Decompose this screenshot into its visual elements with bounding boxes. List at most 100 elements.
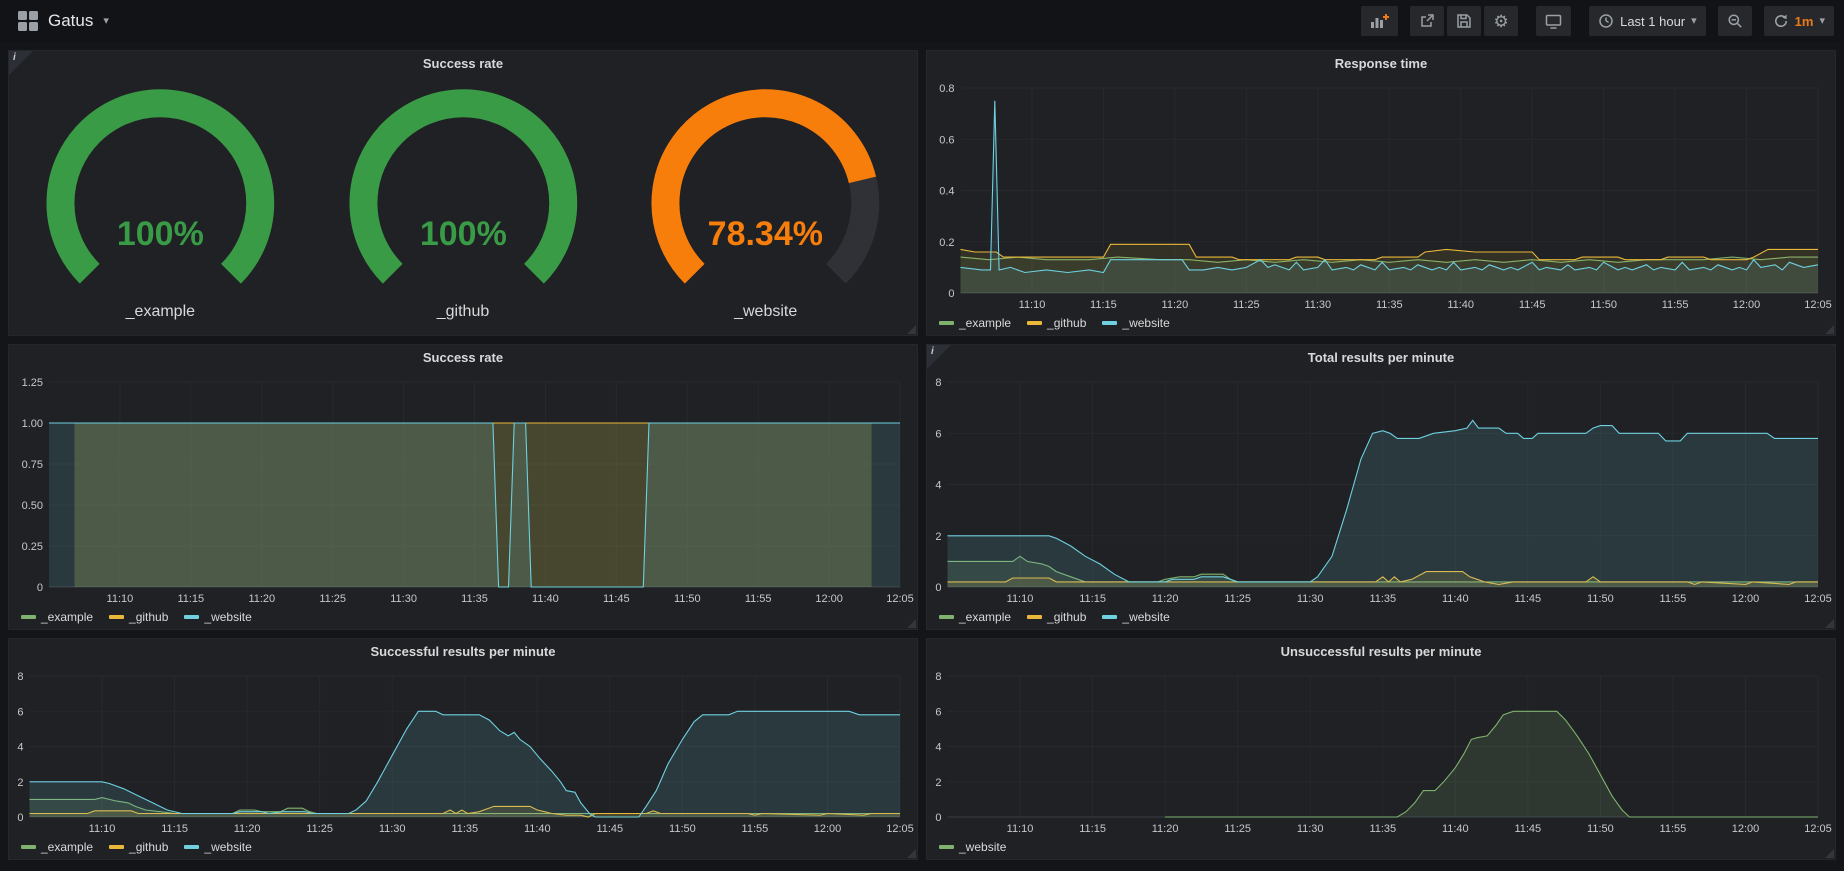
legend-series-label: _example bbox=[959, 316, 1011, 330]
panel-info-corner[interactable]: i bbox=[9, 51, 33, 75]
svg-text:100%: 100% bbox=[117, 215, 204, 253]
svg-text:0.25: 0.25 bbox=[22, 541, 43, 553]
gauge-arc: 78.34% bbox=[614, 76, 917, 303]
time-range-picker[interactable]: Last 1 hour ▾ bbox=[1589, 6, 1706, 36]
legend-item-_website[interactable]: _website bbox=[1102, 316, 1169, 330]
legend-item-_website[interactable]: _website bbox=[184, 610, 251, 624]
dashboards-grid-icon[interactable] bbox=[18, 11, 38, 31]
panel-info-corner[interactable]: i bbox=[927, 345, 951, 369]
svg-text:11:40: 11:40 bbox=[532, 593, 559, 605]
panel-title[interactable]: Total results per minute bbox=[927, 345, 1835, 370]
panel-title[interactable]: Response time bbox=[927, 51, 1835, 76]
svg-text:11:35: 11:35 bbox=[1369, 823, 1396, 835]
chevron-down-icon: ▾ bbox=[1691, 16, 1697, 27]
gauge-row: 100%_example100%_github78.34%_website bbox=[9, 76, 917, 335]
zoom-out-button[interactable] bbox=[1718, 6, 1752, 36]
svg-text:0.2: 0.2 bbox=[939, 237, 954, 249]
response-time-chart[interactable]: 00.20.40.60.811:1011:1511:2011:2511:3011… bbox=[927, 76, 1835, 313]
refresh-icon bbox=[1773, 13, 1789, 29]
panel-resize-handle[interactable] bbox=[1825, 619, 1834, 628]
tv-mode-button[interactable] bbox=[1536, 6, 1571, 36]
svg-text:11:30: 11:30 bbox=[379, 823, 406, 835]
legend-item-_github[interactable]: _github bbox=[109, 840, 168, 854]
legend-item-_example[interactable]: _example bbox=[939, 610, 1011, 624]
panel-title[interactable]: Success rate bbox=[9, 51, 917, 76]
total-results-per-minute-plot[interactable]: 0246811:1011:1511:2011:2511:3011:3511:40… bbox=[927, 370, 1835, 607]
refresh-picker[interactable]: 1m ▾ bbox=[1764, 6, 1834, 36]
gauge-label: _github bbox=[437, 303, 490, 335]
svg-text:6: 6 bbox=[17, 706, 23, 718]
info-icon: i bbox=[931, 346, 934, 357]
success-rate-chart[interactable]: 00.250.500.751.001.2511:1011:1511:2011:2… bbox=[9, 370, 917, 607]
svg-text:11:15: 11:15 bbox=[177, 593, 204, 605]
panel-resize-handle[interactable] bbox=[907, 849, 916, 858]
legend-item-_website[interactable]: _website bbox=[1102, 610, 1169, 624]
svg-text:1.00: 1.00 bbox=[22, 418, 43, 430]
total-results-chart[interactable]: 0246811:1011:1511:2011:2511:3011:3511:40… bbox=[927, 370, 1835, 607]
panel-resize-handle[interactable] bbox=[907, 619, 916, 628]
svg-text:8: 8 bbox=[17, 671, 23, 683]
svg-text:12:05: 12:05 bbox=[886, 823, 914, 835]
add-panel-button[interactable] bbox=[1361, 6, 1398, 36]
svg-text:4: 4 bbox=[935, 480, 941, 492]
chart-legend: _example _github _website bbox=[927, 607, 1835, 629]
gauge-_example[interactable]: 100%_example bbox=[9, 76, 312, 335]
navbar-left: Gatus ▾ bbox=[10, 11, 109, 31]
share-button[interactable] bbox=[1410, 6, 1444, 36]
gauge-label: _website bbox=[734, 303, 797, 335]
svg-text:11:30: 11:30 bbox=[390, 593, 417, 605]
legend-item-_github[interactable]: _github bbox=[109, 610, 168, 624]
unsuccessful-results-chart[interactable]: 0246811:1011:1511:2011:2511:3011:3511:40… bbox=[927, 664, 1835, 837]
legend-item-_github[interactable]: _github bbox=[1027, 316, 1086, 330]
legend-item-_github[interactable]: _github bbox=[1027, 610, 1086, 624]
success-rate-plot[interactable]: 00.250.500.751.001.2511:1011:1511:2011:2… bbox=[9, 370, 917, 607]
response-time-plot[interactable]: 00.20.40.60.811:1011:1511:2011:2511:3011… bbox=[927, 76, 1835, 313]
panel-resize-handle[interactable] bbox=[907, 325, 916, 334]
save-button[interactable] bbox=[1447, 6, 1481, 36]
legend-series-swatch bbox=[184, 615, 199, 619]
settings-gear-icon: ⚙ bbox=[1493, 13, 1508, 30]
legend-series-swatch bbox=[1102, 321, 1117, 325]
svg-text:6: 6 bbox=[935, 428, 941, 440]
svg-text:11:20: 11:20 bbox=[1152, 593, 1179, 605]
legend-item-_website[interactable]: _website bbox=[184, 840, 251, 854]
chevron-down-icon[interactable]: ▾ bbox=[103, 16, 109, 27]
svg-text:11:40: 11:40 bbox=[1442, 823, 1469, 835]
legend-item-_example[interactable]: _example bbox=[21, 840, 93, 854]
svg-text:11:10: 11:10 bbox=[89, 823, 116, 835]
legend-series-swatch bbox=[109, 615, 124, 619]
panel-response-time: Response time 00.20.40.60.811:1011:1511:… bbox=[926, 50, 1836, 336]
legend-series-swatch bbox=[939, 321, 954, 325]
gauge-_website[interactable]: 78.34%_website bbox=[614, 76, 917, 335]
settings-button[interactable]: ⚙ bbox=[1484, 6, 1518, 36]
chart-legend: _website bbox=[927, 837, 1835, 859]
svg-text:11:20: 11:20 bbox=[248, 593, 275, 605]
svg-text:0.8: 0.8 bbox=[939, 83, 954, 95]
unsuccessful-results-per-minute-plot[interactable]: 0246811:1011:1511:2011:2511:3011:3511:40… bbox=[927, 664, 1835, 837]
panel-resize-handle[interactable] bbox=[1825, 849, 1834, 858]
legend-series-label: _website bbox=[959, 840, 1006, 854]
successful-results-chart[interactable]: 0246811:1011:1511:2011:2511:3011:3511:40… bbox=[9, 664, 917, 837]
legend-item-_website[interactable]: _website bbox=[939, 840, 1006, 854]
panel-title[interactable]: Unsuccessful results per minute bbox=[927, 639, 1835, 664]
svg-text:0: 0 bbox=[17, 812, 23, 824]
svg-text:11:25: 11:25 bbox=[319, 593, 346, 605]
successful-results-per-minute-plot[interactable]: 0246811:1011:1511:2011:2511:3011:3511:40… bbox=[9, 664, 917, 837]
svg-text:11:50: 11:50 bbox=[1587, 593, 1614, 605]
gauge-_github[interactable]: 100%_github bbox=[312, 76, 615, 335]
chevron-down-icon: ▾ bbox=[1819, 16, 1825, 27]
clock-icon bbox=[1598, 13, 1614, 29]
svg-text:2: 2 bbox=[935, 777, 941, 789]
panel-total-results: i Total results per minute 0246811:1011:… bbox=[926, 344, 1836, 630]
panel-resize-handle[interactable] bbox=[1825, 325, 1834, 334]
panel-title[interactable]: Success rate bbox=[9, 345, 917, 370]
svg-text:11:15: 11:15 bbox=[161, 823, 188, 835]
svg-text:11:35: 11:35 bbox=[461, 593, 488, 605]
svg-text:11:20: 11:20 bbox=[234, 823, 261, 835]
dashboard-title[interactable]: Gatus bbox=[48, 11, 93, 31]
legend-item-_example[interactable]: _example bbox=[939, 316, 1011, 330]
panel-title[interactable]: Successful results per minute bbox=[9, 639, 917, 664]
legend-item-_example[interactable]: _example bbox=[21, 610, 93, 624]
svg-text:12:05: 12:05 bbox=[1804, 299, 1832, 311]
svg-text:11:45: 11:45 bbox=[1514, 823, 1541, 835]
